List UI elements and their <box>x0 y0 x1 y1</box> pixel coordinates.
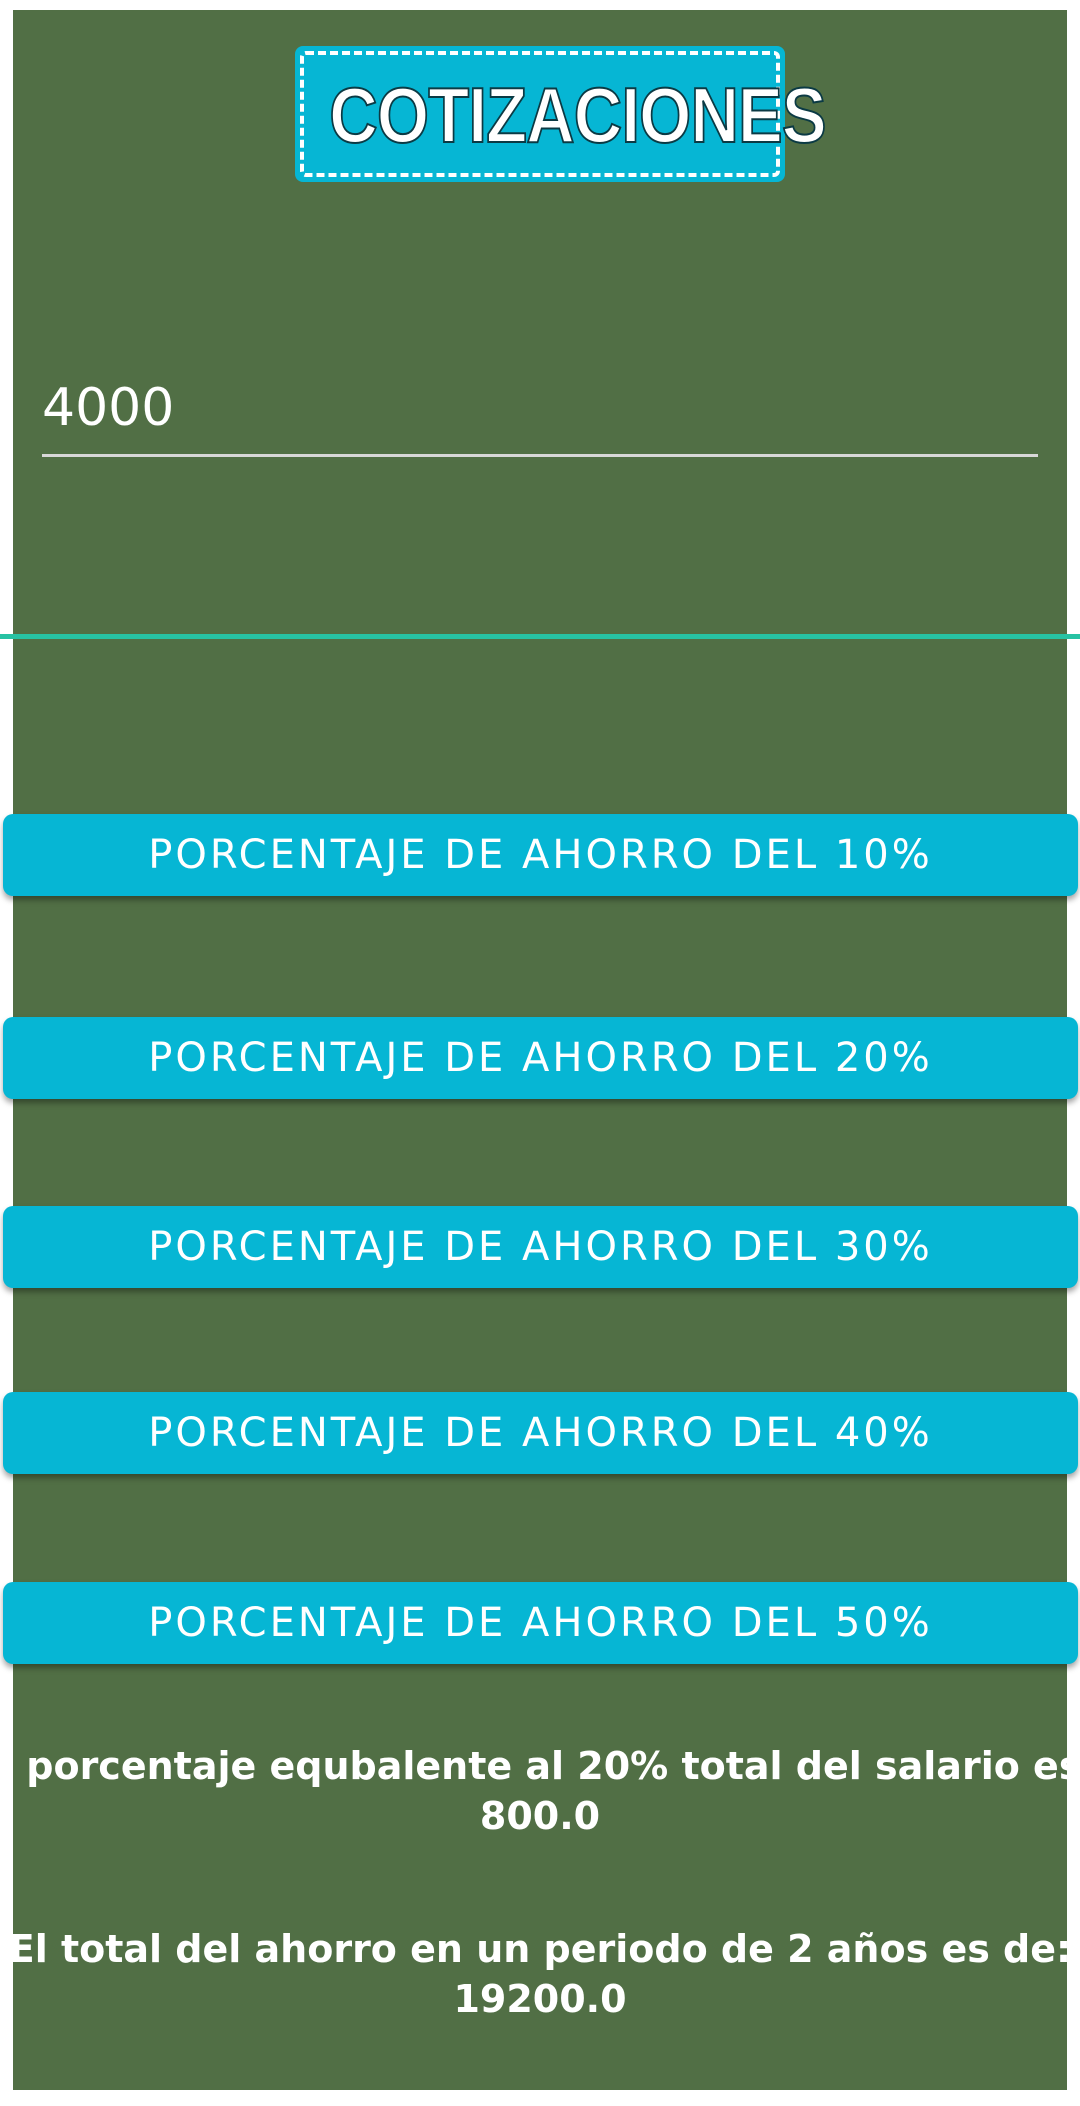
app-screen: COTIZACIONES 4000 PORCENTAJE DE AHORRO D… <box>0 0 1080 2106</box>
savings-30-percent-button[interactable]: PORCENTAJE DE AHORRO DEL 30% <box>3 1206 1078 1288</box>
percentage-result-label: l porcentaje equbalente al 20% total del… <box>0 1744 1080 1788</box>
total-savings-label: El total del ahorro en un periodo de 2 a… <box>8 1927 1072 1971</box>
divider-line <box>0 634 1080 639</box>
salary-input[interactable]: 4000 <box>42 370 1038 457</box>
percentage-result-value: 800.0 <box>479 1794 601 1838</box>
savings-50-percent-button[interactable]: PORCENTAJE DE AHORRO DEL 50% <box>3 1582 1078 1664</box>
percentage-result-text: l porcentaje equbalente al 20% total del… <box>0 1741 1080 1841</box>
savings-10-percent-button[interactable]: PORCENTAJE DE AHORRO DEL 10% <box>3 814 1078 896</box>
savings-20-percent-button[interactable]: PORCENTAJE DE AHORRO DEL 20% <box>3 1017 1078 1099</box>
total-savings-value: 19200.0 <box>453 1977 627 2021</box>
logo-text: COTIZACIONES <box>328 70 827 160</box>
savings-40-percent-button[interactable]: PORCENTAJE DE AHORRO DEL 40% <box>3 1392 1078 1474</box>
total-savings-result-text: El total del ahorro en un periodo de 2 a… <box>0 1924 1080 2024</box>
app-logo: COTIZACIONES <box>295 46 828 182</box>
salary-input-value[interactable]: 4000 <box>42 378 174 438</box>
